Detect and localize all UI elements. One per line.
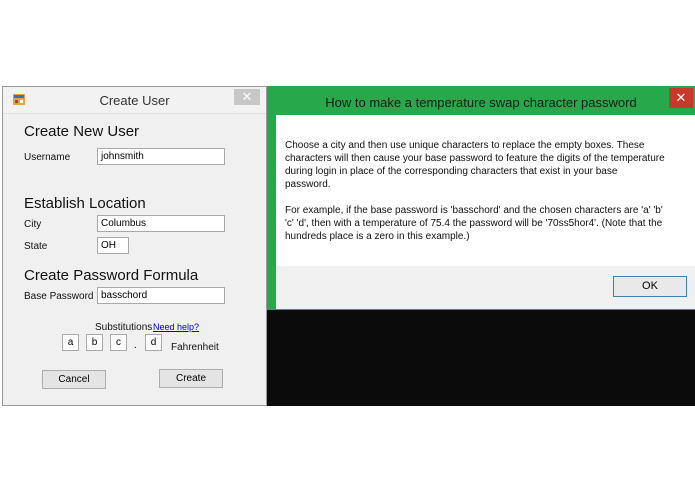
location-heading: Establish Location [24,195,146,212]
base-password-label: Base Password [24,291,94,302]
close-icon[interactable]: ✕ [234,89,260,105]
decimal-point: . [134,340,137,351]
fahrenheit-label: Fahrenheit [171,342,219,353]
password-heading: Create Password Formula [24,267,199,284]
dialog-footer: OK [276,266,695,309]
char-box-d[interactable]: d [145,334,162,351]
char-box-a[interactable]: a [62,334,79,351]
create-user-titlebar[interactable]: Create User ✕ [3,87,266,114]
dialog-message: Choose a city and then use unique charac… [285,139,665,243]
char-box-b[interactable]: b [86,334,103,351]
username-input[interactable]: johnsmith [97,148,225,165]
help-dialog: How to make a temperature swap character… [267,86,695,310]
state-label: State [24,241,48,252]
background-window [267,310,695,406]
close-icon[interactable]: ✕ [669,88,693,108]
substitutions-label: Substitutions [95,322,153,333]
create-user-title: Create User [99,93,170,108]
dialog-title: How to make a temperature swap character… [325,95,637,110]
city-input[interactable]: Columbus [97,215,225,232]
username-label: Username [24,152,71,163]
new-user-heading: Create New User [24,123,140,140]
base-password-input[interactable]: basschord [97,287,225,304]
cancel-button[interactable]: Cancel [42,370,106,389]
create-button[interactable]: Create [159,369,223,388]
dialog-body: Choose a city and then use unique charac… [276,115,695,266]
need-help-link[interactable]: Need help? [153,322,199,332]
char-box-c[interactable]: c [110,334,127,351]
ok-button[interactable]: OK [613,276,687,297]
dialog-paragraph-2: For example, if the base password is 'ba… [285,205,663,242]
city-label: City [24,219,42,230]
create-user-window: Create User ✕ Create New User Username j… [2,86,267,406]
state-input[interactable]: OH [97,237,129,254]
dialog-paragraph-1: Choose a city and then use unique charac… [285,140,665,190]
